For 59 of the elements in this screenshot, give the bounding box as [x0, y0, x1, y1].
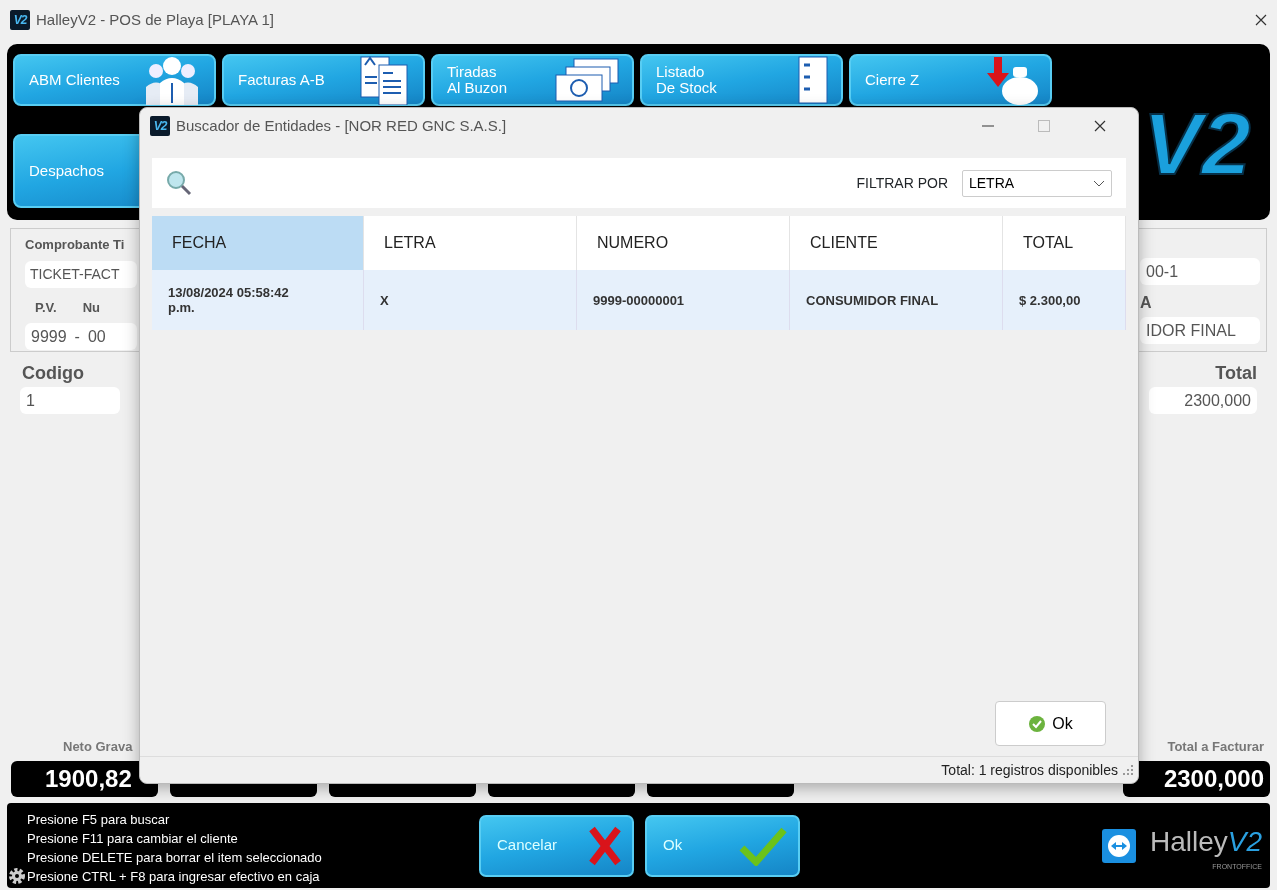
close-icon	[1255, 14, 1267, 26]
text-field[interactable]: 00-1	[1140, 258, 1260, 285]
checkmark-icon	[738, 825, 788, 866]
hint-text: Presione DELETE para borrar el item seleccionado	[27, 848, 323, 867]
logo-version: V2	[1227, 824, 1262, 859]
teamviewer-icon	[1101, 828, 1136, 863]
total-label: Total a Facturar	[1166, 737, 1265, 756]
text-field[interactable]: IDOR FINAL	[1140, 317, 1260, 344]
field-label: A	[1140, 293, 1153, 313]
dialog-title: Buscador de Entidades - [NOR RED GNC S.A.S.]	[176, 115, 507, 136]
text-field[interactable]: 1	[20, 387, 120, 414]
logo-name: Halley	[1149, 824, 1228, 859]
field-value: -	[74, 326, 80, 347]
field-label: Codigo	[22, 362, 85, 385]
field-value: 9999	[31, 326, 67, 347]
hint-text: Presione F11 para cambiar el cliente	[27, 829, 239, 848]
column-header[interactable]: TOTAL	[1003, 216, 1126, 270]
filter-label: FILTRAR POR	[856, 173, 948, 193]
status-text: Total: 1 registros disponibles	[941, 760, 1118, 780]
total-label: Neto Grava	[62, 737, 134, 756]
search-icon[interactable]	[166, 170, 192, 196]
resize-grip-icon	[1122, 764, 1134, 776]
table-cell[interactable]: CONSUMIDOR FINAL	[790, 270, 1003, 330]
hint-text: Presione F5 para buscar	[27, 810, 171, 829]
text-field[interactable]: 2300,000	[1149, 387, 1257, 414]
field-label: Comprobante Ti	[25, 236, 126, 254]
window-title: HalleyV2 - POS de Playa [PLAYA 1]	[36, 9, 274, 30]
filter-dropdown[interactable]: LETRA	[962, 169, 1112, 197]
column-header[interactable]: NUMERO	[577, 216, 790, 270]
ok-button[interactable]: Ok	[995, 701, 1106, 746]
column-header[interactable]: CLIENTE	[790, 216, 1003, 270]
column-header[interactable]: FECHA	[152, 216, 364, 270]
close-button[interactable]	[1255, 14, 1267, 26]
brand-logo: V2	[1143, 100, 1251, 188]
field-value: 00	[87, 326, 106, 347]
column-header[interactable]: LETRA	[364, 216, 577, 270]
table-cell[interactable]: $ 2.300,00	[1003, 270, 1126, 330]
cross-icon	[588, 825, 622, 866]
text-field[interactable]: 9999 - 00	[25, 323, 137, 350]
list-icon	[795, 55, 831, 105]
table-cell[interactable]: 9999-00000001	[577, 270, 790, 330]
table-cell[interactable]: X	[364, 270, 577, 330]
chevron-down-icon	[1093, 179, 1105, 187]
field-label: Nu	[82, 298, 101, 317]
money-bag-icon	[984, 55, 1040, 105]
field-label: P.V.	[35, 298, 57, 317]
hint-text: Presione CTRL + F8 para ingresar efectivo en caja	[27, 867, 321, 886]
minimize-icon	[982, 125, 994, 127]
close-icon	[1094, 120, 1106, 132]
app-icon: V2	[150, 116, 170, 136]
total-value: 2300,000	[1123, 761, 1270, 797]
maximize-icon	[1038, 120, 1050, 132]
table-cell[interactable]: 13/08/2024 05:58:42 p.m.	[152, 270, 364, 330]
check-circle-icon	[1028, 714, 1047, 733]
total-value: 1900,82	[11, 761, 158, 797]
text-field[interactable]: TICKET-FACT	[25, 260, 137, 288]
app-icon: V2	[10, 10, 30, 30]
field-label: Total	[1215, 362, 1257, 385]
banknotes-icon	[552, 57, 622, 103]
